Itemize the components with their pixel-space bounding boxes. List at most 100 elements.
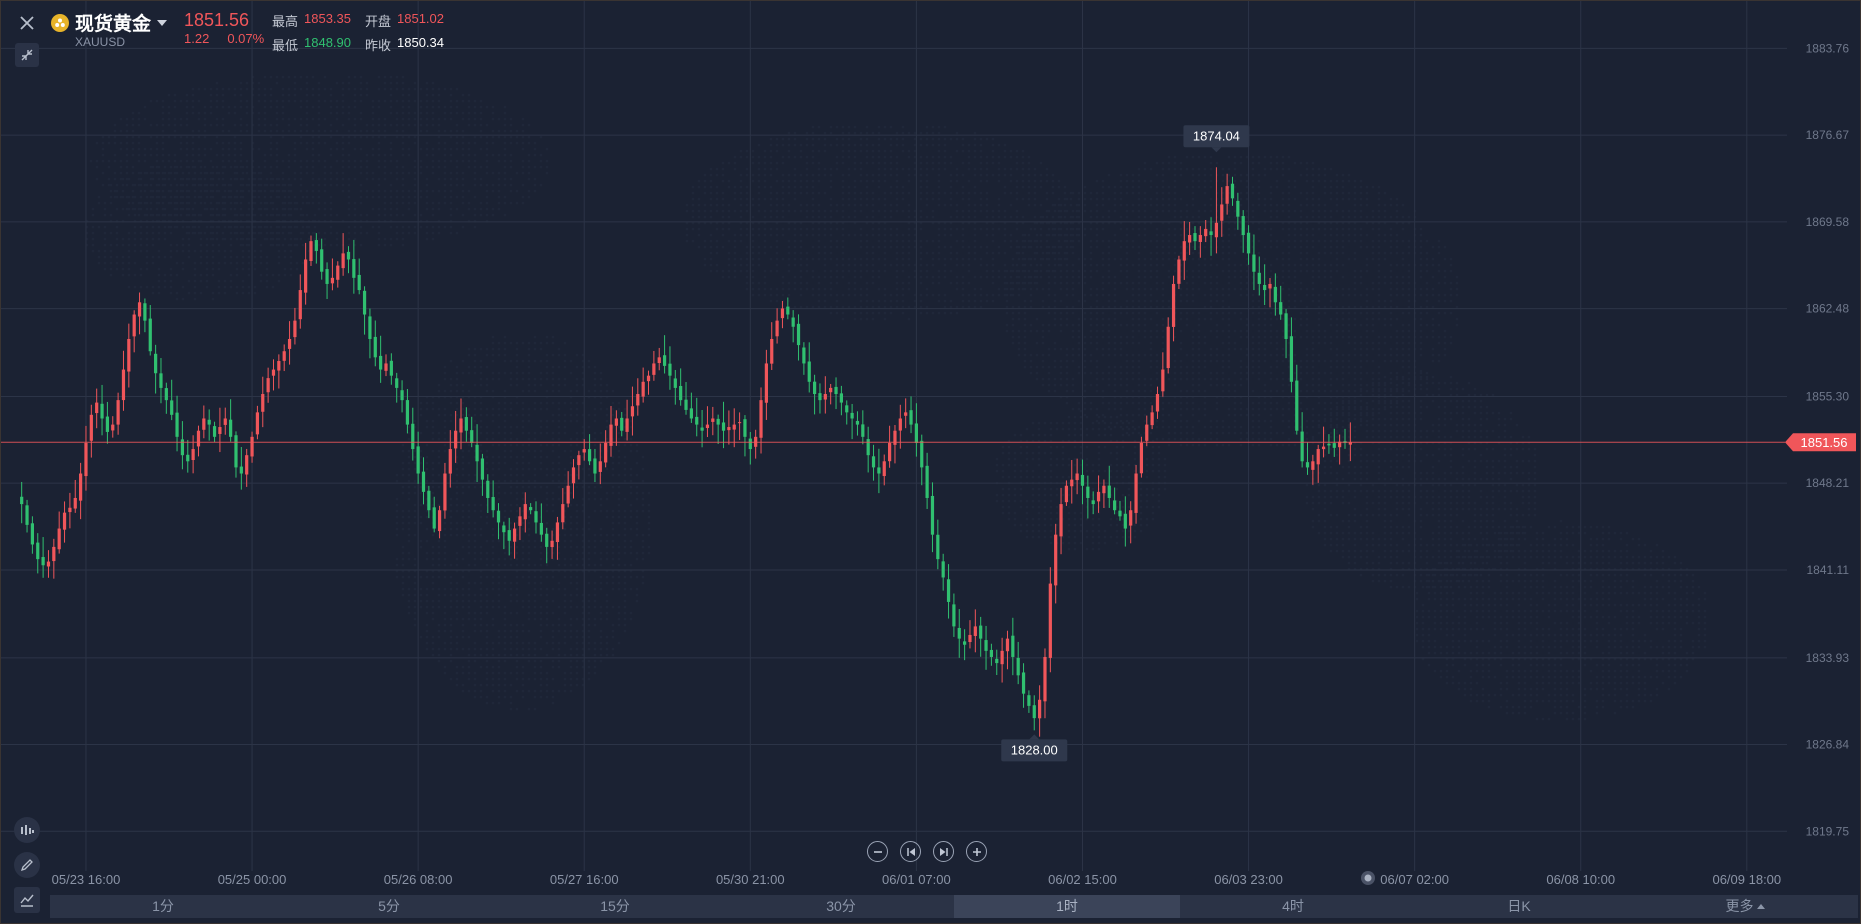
scroll-to-start-button[interactable] (900, 841, 921, 862)
candle (1048, 567, 1052, 673)
candle (1289, 317, 1294, 393)
tab-1min[interactable]: 1分 (50, 895, 276, 918)
candle (1123, 496, 1127, 547)
tab-daily[interactable]: 日K (1406, 895, 1632, 918)
candle (454, 410, 458, 463)
candle (957, 609, 961, 658)
instrument-title-row[interactable]: 现货黄金 (51, 9, 168, 36)
candle (705, 406, 710, 438)
candle (711, 406, 715, 436)
price-change: 1.22 0.07% (184, 31, 264, 46)
candle (909, 396, 913, 434)
candle (995, 649, 999, 676)
candle (614, 410, 618, 446)
candle (170, 379, 174, 421)
y-tick-label: 1869.58 (1806, 215, 1850, 229)
candle (545, 527, 549, 564)
candle (529, 503, 533, 515)
tab-30min[interactable]: 30分 (728, 895, 954, 918)
candle (62, 501, 67, 543)
stat-label-prev-close: 昨收 (365, 38, 392, 53)
candle (952, 593, 956, 637)
candle (314, 233, 318, 264)
y-tick-label: 1841.11 (1807, 563, 1850, 577)
indicator-button[interactable] (14, 817, 40, 843)
period-tabs: 1分 5分 15分 30分 1时 4时 日K 更多 (50, 895, 1858, 918)
candle (695, 397, 699, 437)
x-tick-label: 06/08 10:00 (1546, 872, 1615, 887)
draw-button[interactable] (14, 852, 40, 878)
skip-forward-icon (939, 847, 948, 856)
zoom-in-button[interactable] (966, 841, 987, 862)
candle (657, 347, 661, 371)
chart-window: 1883.76 1876.67 1869.58 1862.48 1855.30 1848.… (0, 0, 1861, 924)
candle (346, 246, 351, 274)
candle (684, 382, 688, 415)
candle (320, 238, 324, 280)
change-value: 1.22 (184, 31, 210, 46)
candle (1279, 285, 1283, 320)
last-price-label: 1851.56 (1801, 435, 1848, 450)
instrument-name: 现货黄金 (75, 14, 152, 35)
candle (154, 344, 158, 394)
candle (791, 310, 795, 343)
collapse-button[interactable] (15, 43, 39, 67)
candle (389, 353, 393, 385)
tab-5min[interactable]: 5分 (276, 895, 502, 918)
candle (73, 479, 77, 513)
candle (330, 258, 335, 291)
line-tool-button[interactable] (14, 887, 40, 913)
tab-more[interactable]: 更多 (1632, 895, 1858, 918)
candle (839, 385, 843, 416)
x-tick-label: 05/26 08:00 (384, 872, 453, 887)
candle (475, 424, 479, 482)
chevron-down-icon[interactable] (157, 19, 168, 26)
candle (379, 335, 383, 383)
y-tick-label: 1819.75 (1806, 824, 1850, 838)
candle (904, 398, 908, 429)
zoom-controls (867, 841, 987, 862)
candle (271, 359, 276, 391)
candle (641, 367, 645, 403)
candle (914, 403, 919, 457)
candle (566, 471, 570, 508)
candle (1177, 255, 1181, 290)
candle (464, 407, 468, 442)
candle (823, 376, 827, 414)
x-tick-label: 06/02 15:00 (1048, 872, 1117, 887)
candle (368, 308, 372, 359)
collapse-icon (21, 49, 33, 61)
timeline-end-dot[interactable] (1361, 871, 1375, 885)
change-percent: 0.07% (227, 31, 265, 46)
candle (212, 421, 217, 443)
candle (984, 625, 988, 670)
candle (587, 434, 592, 466)
candle (89, 404, 93, 458)
candle (1038, 685, 1042, 737)
candle (202, 405, 206, 439)
candle (1220, 187, 1224, 237)
candle (598, 443, 602, 485)
candle (1005, 630, 1010, 670)
candle (716, 414, 720, 445)
candle (395, 372, 399, 403)
tab-4hour[interactable]: 4时 (1180, 895, 1406, 918)
candle (41, 537, 45, 578)
scroll-to-end-button[interactable] (933, 841, 954, 862)
candle (362, 286, 367, 335)
candle (807, 342, 811, 393)
candle (25, 499, 29, 533)
price-chart[interactable]: 1883.76 1876.67 1869.58 1862.48 1855.30 1848.… (1, 1, 1861, 924)
zoom-out-button[interactable] (867, 841, 888, 862)
candle (979, 616, 983, 657)
close-button[interactable] (13, 9, 41, 37)
tab-15min[interactable]: 15分 (502, 895, 728, 918)
candle (625, 399, 629, 441)
y-tick-label: 1862.48 (1806, 302, 1850, 316)
candle (255, 405, 260, 440)
candle (1016, 641, 1020, 685)
candle (770, 322, 774, 370)
caret-up-icon (1756, 904, 1765, 909)
tab-1hour[interactable]: 1时 (954, 895, 1180, 918)
stat-value-prev-close: 1850.34 (397, 35, 444, 50)
